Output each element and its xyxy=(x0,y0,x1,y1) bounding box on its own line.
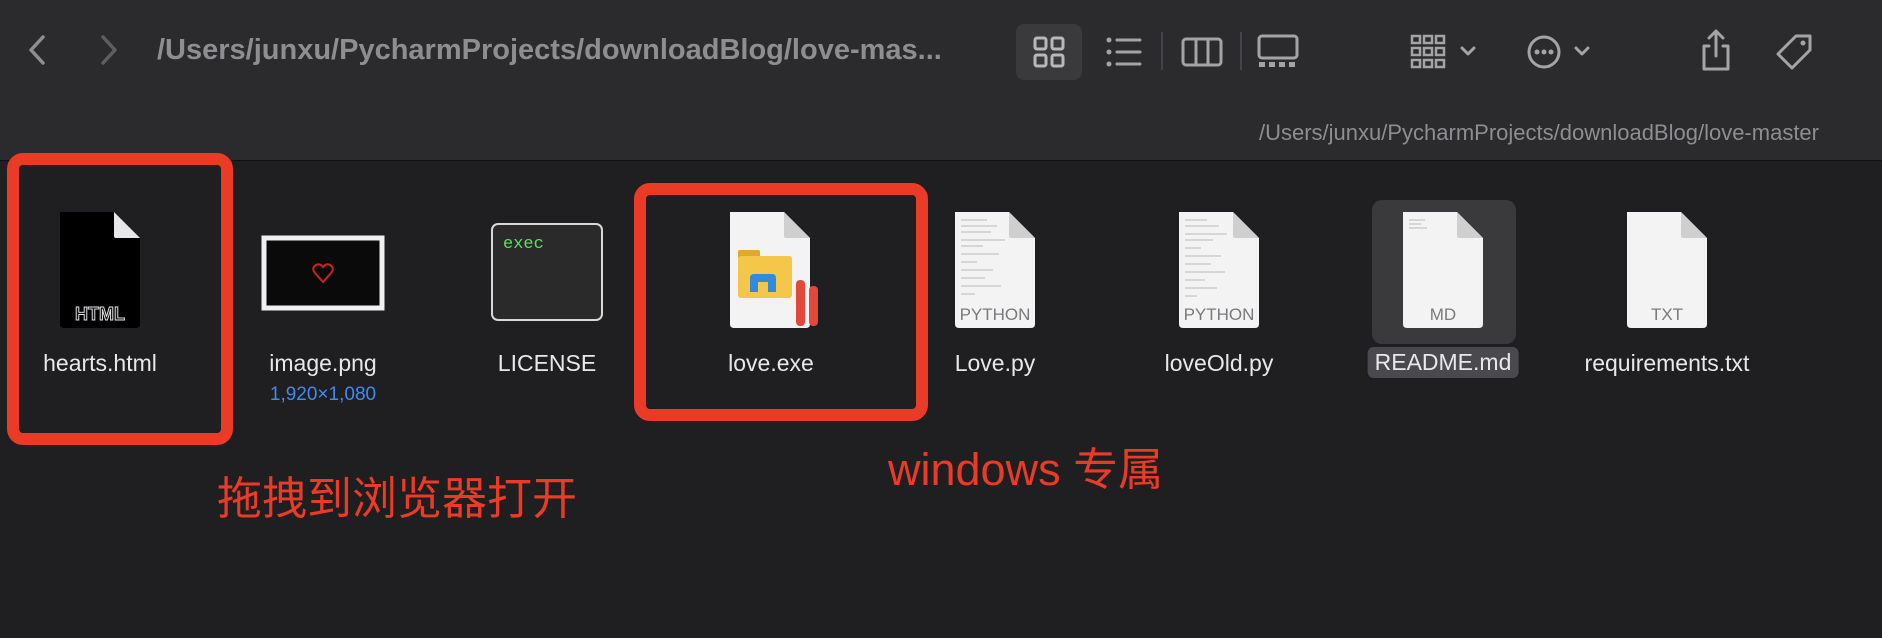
tag-icon xyxy=(1776,34,1812,70)
tag-button[interactable] xyxy=(1764,24,1824,80)
svg-text:TXT: TXT xyxy=(1651,305,1683,324)
share-button[interactable] xyxy=(1688,24,1744,80)
file-name: requirements.txt xyxy=(1584,350,1750,376)
annotation-windows-only: windows 专属 xyxy=(888,444,1164,495)
highlight-box-love-exe xyxy=(634,183,928,421)
group-icon xyxy=(1410,34,1476,69)
text-file-icon: TXT xyxy=(1627,212,1707,328)
svg-text:MD: MD xyxy=(1430,305,1456,324)
more-actions-button[interactable] xyxy=(1520,24,1596,80)
grid-view-button[interactable] xyxy=(1016,24,1082,80)
grid-view-icon xyxy=(1033,36,1065,68)
markdown-file-icon: MD xyxy=(1403,212,1483,328)
terminal-exec-icon: exec xyxy=(491,223,603,321)
toolbar: /Users/junxu/PycharmProjects/downloadBlo… xyxy=(0,0,1882,161)
file-license[interactable]: exec LICENSE xyxy=(447,200,647,410)
share-icon xyxy=(1702,29,1730,71)
window-title: /Users/junxu/PycharmProjects/downloadBlo… xyxy=(157,34,942,66)
group-button[interactable] xyxy=(1400,24,1490,80)
svg-text:exec: exec xyxy=(503,235,544,254)
gallery-view-button[interactable] xyxy=(1250,24,1306,80)
svg-text:PYTHON: PYTHON xyxy=(960,305,1031,324)
image-dimensions: 1,920×1,080 xyxy=(269,384,377,405)
column-view-button[interactable] xyxy=(1174,24,1230,80)
file-name-selected: README.md xyxy=(1367,347,1519,378)
file-readme-md[interactable]: MD README.md xyxy=(1343,200,1543,410)
annotation-drag-to-browser: 拖拽到浏览器打开 xyxy=(217,473,578,524)
list-view-button[interactable] xyxy=(1096,24,1152,80)
gallery-view-icon xyxy=(1257,34,1299,67)
file-loveold-py[interactable]: PYTHON loveOld.py xyxy=(1119,200,1319,410)
chevron-right-icon[interactable] xyxy=(88,30,128,70)
list-view-icon xyxy=(1106,37,1142,67)
path-bar[interactable]: /Users/junxu/PycharmProjects/downloadBlo… xyxy=(1259,120,1819,146)
image-thumbnail-icon xyxy=(261,235,385,311)
file-name: image.png xyxy=(269,350,377,376)
column-view-icon xyxy=(1181,37,1223,67)
python-file-icon: PYTHON xyxy=(1179,212,1259,328)
more-actions-icon xyxy=(1527,35,1590,69)
chevron-left-icon[interactable] xyxy=(18,30,58,70)
file-name: loveOld.py xyxy=(1164,350,1274,376)
highlight-box-hearts xyxy=(7,153,233,445)
file-name: LICENSE xyxy=(497,350,597,376)
file-requirements-txt[interactable]: TXT requirements.txt xyxy=(1567,200,1767,410)
svg-text:PYTHON: PYTHON xyxy=(1184,305,1255,324)
file-image-png[interactable]: image.png 1,920×1,080 xyxy=(223,200,423,410)
python-file-icon: PYTHON xyxy=(955,212,1035,328)
